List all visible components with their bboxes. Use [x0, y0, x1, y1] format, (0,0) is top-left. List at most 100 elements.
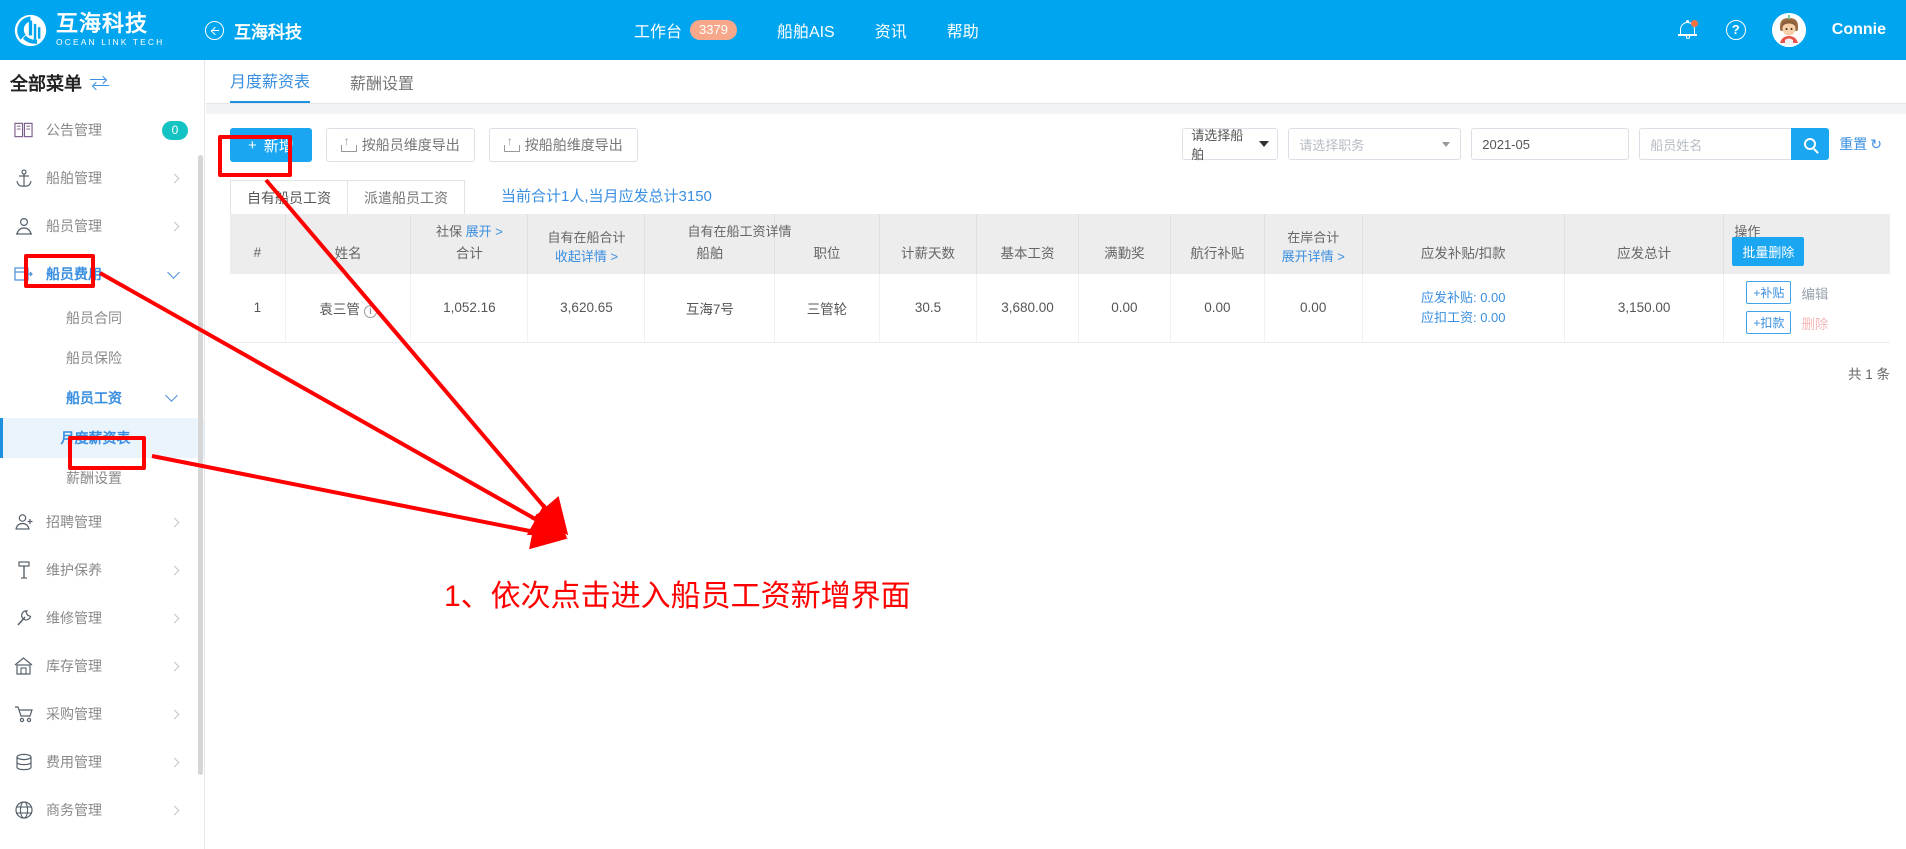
chevron-right-icon: [169, 613, 180, 623]
sidebar-item-expense[interactable]: 费用管理: [0, 738, 204, 786]
toolbar: + 新增 按船员维度导出 按船舶维度导出 请选择船舶 请选择职务: [206, 114, 1906, 176]
export-by-crew-label: 按船员维度导出: [361, 137, 460, 153]
tab-label-salary-settings: 薪酬设置: [350, 76, 415, 93]
sidebar-item-inventory[interactable]: 库存管理: [0, 642, 204, 690]
brand-logo[interactable]: 互海科技 OCEAN LINK TECH: [0, 0, 205, 60]
sidebar-item-maintenance[interactable]: 维护保养: [0, 546, 204, 594]
page-tabs: 月度薪资表 薪酬设置: [206, 60, 1906, 104]
nav-item-help[interactable]: 帮助: [947, 18, 979, 42]
own-onboard-collapse-link[interactable]: 收起详情 >: [555, 248, 618, 266]
sidebar-item-announcement[interactable]: 公告管理 0: [0, 106, 204, 154]
sub-tabs: 自有船员工资 派遣船员工资 当前合计1人,当月应发总计3150: [206, 176, 1906, 214]
swap-arrows-icon[interactable]: [90, 76, 110, 90]
chevron-right-icon: [169, 173, 180, 183]
cell-paid-days: 30.5: [879, 274, 978, 343]
sidebar-header[interactable]: 全部菜单: [0, 60, 204, 106]
delete-link[interactable]: 删除: [1801, 313, 1828, 333]
sidebar-label-expense: 费用管理: [46, 754, 102, 770]
ocean-link-logo-icon: [14, 14, 47, 46]
month-input[interactable]: 2021-05: [1471, 128, 1630, 160]
person-icon: [13, 216, 34, 237]
edit-link[interactable]: 编辑: [1801, 283, 1828, 303]
tab-separator: [206, 104, 1906, 114]
sidebar-subitem-salary-settings[interactable]: 薪酬设置: [0, 458, 204, 498]
table-row[interactable]: 1 袁三管 i 1,052.16 3,620.65 互海7号 三管轮 30.5 3…: [230, 274, 1890, 343]
sidebar-item-repair[interactable]: 维修管理: [0, 594, 204, 642]
sidebar-item-business[interactable]: 商务管理: [0, 786, 204, 834]
add-button[interactable]: + 新增: [230, 128, 312, 162]
back-arrow-circle-icon[interactable]: [205, 20, 224, 40]
crew-name-placeholder: 船员姓名: [1650, 137, 1703, 153]
nav-item-ais[interactable]: 船舶AIS: [777, 18, 835, 42]
th-paid-days-label: 计薪天数: [901, 246, 956, 261]
cell-name-value: 袁三管: [319, 301, 360, 317]
group-social-insurance: 社保 展开 >: [411, 221, 527, 240]
ship-select[interactable]: 请选择船舶: [1182, 128, 1279, 162]
chevron-down-icon: [1259, 141, 1270, 147]
expense-card-icon: [13, 264, 34, 285]
export-by-crew-button[interactable]: 按船员维度导出: [325, 128, 475, 162]
user-avatar[interactable]: [1771, 13, 1806, 47]
sidebar: 全部菜单 公告管理 0 船舶管理 船员管理 船员费用 船员合同 船员保险 船员工…: [0, 60, 205, 849]
reset-button[interactable]: 重置 ↻: [1839, 134, 1882, 154]
person-add-icon: [13, 512, 34, 533]
sidebar-label-inventory: 库存管理: [46, 658, 102, 674]
sidebar-scrollbar[interactable]: [198, 155, 203, 775]
avatar-illustration-icon: [1771, 13, 1806, 47]
crew-name-input[interactable]: 船员姓名: [1639, 128, 1792, 160]
notification-bell-icon[interactable]: [1676, 18, 1700, 42]
nav-item-workbench[interactable]: 工作台 3379: [634, 18, 737, 42]
th-paid-days: 计薪天数: [879, 214, 978, 274]
th-attendance-bonus: 满勤奖: [1078, 214, 1172, 274]
help-circle-icon[interactable]: ?: [1725, 20, 1746, 40]
cell-payable-subsidy-deduction: 应发补贴: 0.00 应扣工资: 0.00: [1362, 274, 1565, 343]
sidebar-label-announcement: 公告管理: [46, 122, 102, 138]
cell-attendance-bonus: 0.00: [1078, 274, 1172, 343]
sidebar-subitem-crew-salary[interactable]: 船员工资: [0, 378, 204, 418]
nav-item-news[interactable]: 资讯: [875, 18, 907, 42]
upload-icon: [503, 134, 520, 152]
back-navigation[interactable]: 互海科技: [205, 18, 302, 43]
sidebar-label-crew-insurance: 船员保险: [66, 350, 122, 366]
cell-operations: +补贴 编辑 +扣款 删除: [1723, 274, 1890, 343]
group-own-onboard-detail-label: 自有在船工资详情: [687, 224, 792, 239]
record-count: 共 1 条: [1847, 366, 1890, 382]
sidebar-item-purchase[interactable]: 采购管理: [0, 690, 204, 738]
sidebar-title: 全部菜单: [10, 74, 82, 94]
export-by-ship-button[interactable]: 按船舶维度导出: [488, 128, 638, 162]
search-button[interactable]: [1791, 128, 1830, 160]
sidebar-item-crew-management[interactable]: 船员管理: [0, 202, 204, 250]
batch-delete-button[interactable]: 批量删除: [1732, 236, 1805, 266]
sidebar-subitem-crew-insurance[interactable]: 船员保险: [0, 338, 204, 378]
tab-monthly-payroll[interactable]: 月度薪资表: [230, 68, 311, 103]
tab-salary-settings[interactable]: 薪酬设置: [350, 70, 414, 103]
duty-select[interactable]: 请选择职务: [1288, 128, 1462, 160]
social-insurance-expand-link[interactable]: 展开 >: [466, 224, 503, 239]
th-onshore-total: 在岸合计 展开详情 >: [1264, 214, 1363, 274]
info-icon[interactable]: i: [363, 304, 377, 318]
sidebar-subitem-crew-contract[interactable]: 船员合同: [0, 298, 204, 338]
th-ship: 自有在船工资详情 船舶: [644, 214, 792, 274]
cell-voyage-subsidy: 0.00: [1170, 274, 1265, 343]
subtab-own-crew-salary[interactable]: 自有船员工资: [230, 180, 348, 214]
sidebar-item-recruitment[interactable]: 招聘管理: [0, 498, 204, 546]
chevron-right-icon: [169, 565, 180, 575]
sidebar-item-crew-expense[interactable]: 船员费用: [0, 250, 204, 298]
sidebar-item-ship-management[interactable]: 船舶管理: [0, 154, 204, 202]
add-deduction-button[interactable]: +扣款: [1746, 311, 1792, 335]
sidebar-subitem-monthly-payroll[interactable]: 月度薪资表: [0, 418, 204, 458]
refresh-icon: ↻: [1870, 135, 1882, 152]
onshore-expand-link[interactable]: 展开详情 >: [1282, 248, 1345, 266]
th-attendance-bonus-label: 满勤奖: [1104, 246, 1145, 261]
th-payable-total: 应发总计: [1564, 214, 1725, 274]
subtab-dispatched-crew-salary[interactable]: 派遣船员工资: [348, 180, 465, 214]
nav-label-workbench: 工作台: [634, 24, 683, 41]
announcement-icon: [13, 120, 34, 141]
chevron-down-icon: [1442, 141, 1451, 147]
sidebar-label-ship-management: 船舶管理: [46, 170, 102, 186]
subtab-label-own-crew: 自有船员工资: [247, 189, 331, 206]
deduction-value: 0.00: [1480, 309, 1506, 325]
group-onshore-total-label: 在岸合计: [1287, 230, 1340, 246]
th-base-salary: 基本工资: [976, 214, 1079, 274]
add-subsidy-button[interactable]: +补贴: [1746, 281, 1792, 305]
